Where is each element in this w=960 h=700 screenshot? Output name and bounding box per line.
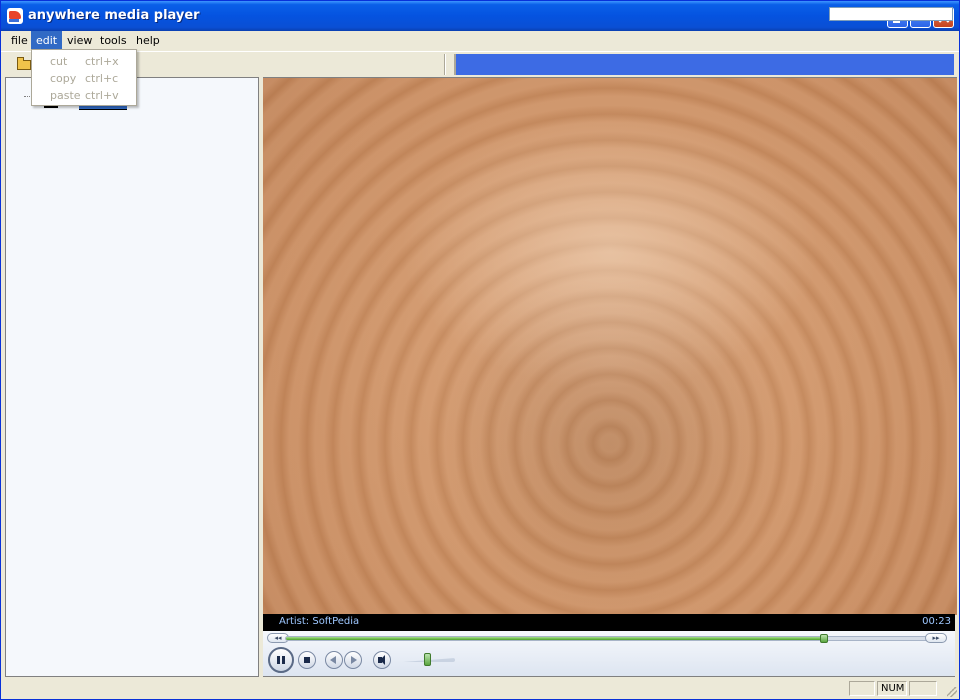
status-bar: NUM xyxy=(1,678,959,699)
volume-thumb[interactable] xyxy=(424,653,431,666)
window-title: anywhere media player xyxy=(28,8,200,23)
pause-button[interactable] xyxy=(268,647,294,673)
artist-name: SoftPedia xyxy=(312,616,360,627)
seek-thumb[interactable] xyxy=(820,634,828,643)
next-track-button[interactable] xyxy=(344,651,362,669)
seek-progress xyxy=(286,637,824,640)
copy-shortcut: ctrl+c xyxy=(85,72,119,85)
edit-menu-copy[interactable]: copy ctrl+c xyxy=(32,70,136,87)
title-bar[interactable]: anywhere media player xyxy=(1,1,959,31)
artist-label: Artist: xyxy=(279,616,310,627)
status-pane-extra xyxy=(909,681,937,696)
menu-file[interactable]: file xyxy=(6,31,33,50)
resize-grip[interactable] xyxy=(947,687,957,697)
paste-shortcut: ctrl+v xyxy=(85,89,119,102)
seek-bar[interactable] xyxy=(285,634,935,643)
menu-help[interactable]: help xyxy=(131,31,165,50)
paste-label: paste xyxy=(50,89,81,102)
edit-menu-dropdown: cut ctrl+x copy ctrl+c paste ctrl+v xyxy=(31,49,137,106)
edit-menu-cut[interactable]: cut ctrl+x xyxy=(32,53,136,70)
address-field[interactable] xyxy=(829,7,953,21)
playback-controls: ◂◂ ▸▸ xyxy=(263,631,955,677)
cut-shortcut: ctrl+x xyxy=(85,55,119,68)
status-pane-blank xyxy=(849,681,875,696)
fast-forward-button[interactable]: ▸▸ xyxy=(925,633,947,643)
toolbar xyxy=(1,51,959,77)
copy-label: copy xyxy=(50,72,77,85)
previous-track-button[interactable] xyxy=(325,651,343,669)
track-info-bar: Artist: SoftPedia 00:23 xyxy=(263,614,955,631)
menu-edit[interactable]: edit xyxy=(31,31,63,50)
toolbar-separator xyxy=(444,54,446,75)
app-logo-icon xyxy=(7,8,23,24)
address-panel xyxy=(454,54,954,75)
status-num-lock: NUM xyxy=(877,681,907,696)
cut-label: cut xyxy=(50,55,68,68)
library-tree-panel[interactable] xyxy=(5,77,259,677)
menu-tools[interactable]: tools xyxy=(95,31,132,50)
menu-bar: file edit view tools help xyxy=(1,31,959,50)
stop-button[interactable] xyxy=(298,651,316,669)
elapsed-time: 00:23 xyxy=(922,616,951,627)
edit-menu-paste[interactable]: paste ctrl+v xyxy=(32,87,136,104)
video-display[interactable] xyxy=(263,77,957,615)
menu-view[interactable]: view xyxy=(62,31,97,50)
video-frame xyxy=(263,78,957,615)
main-window: anywhere media player file edit view too… xyxy=(0,0,960,700)
artist-info: Artist: SoftPedia xyxy=(279,616,359,627)
speaker-icon[interactable] xyxy=(373,651,391,669)
